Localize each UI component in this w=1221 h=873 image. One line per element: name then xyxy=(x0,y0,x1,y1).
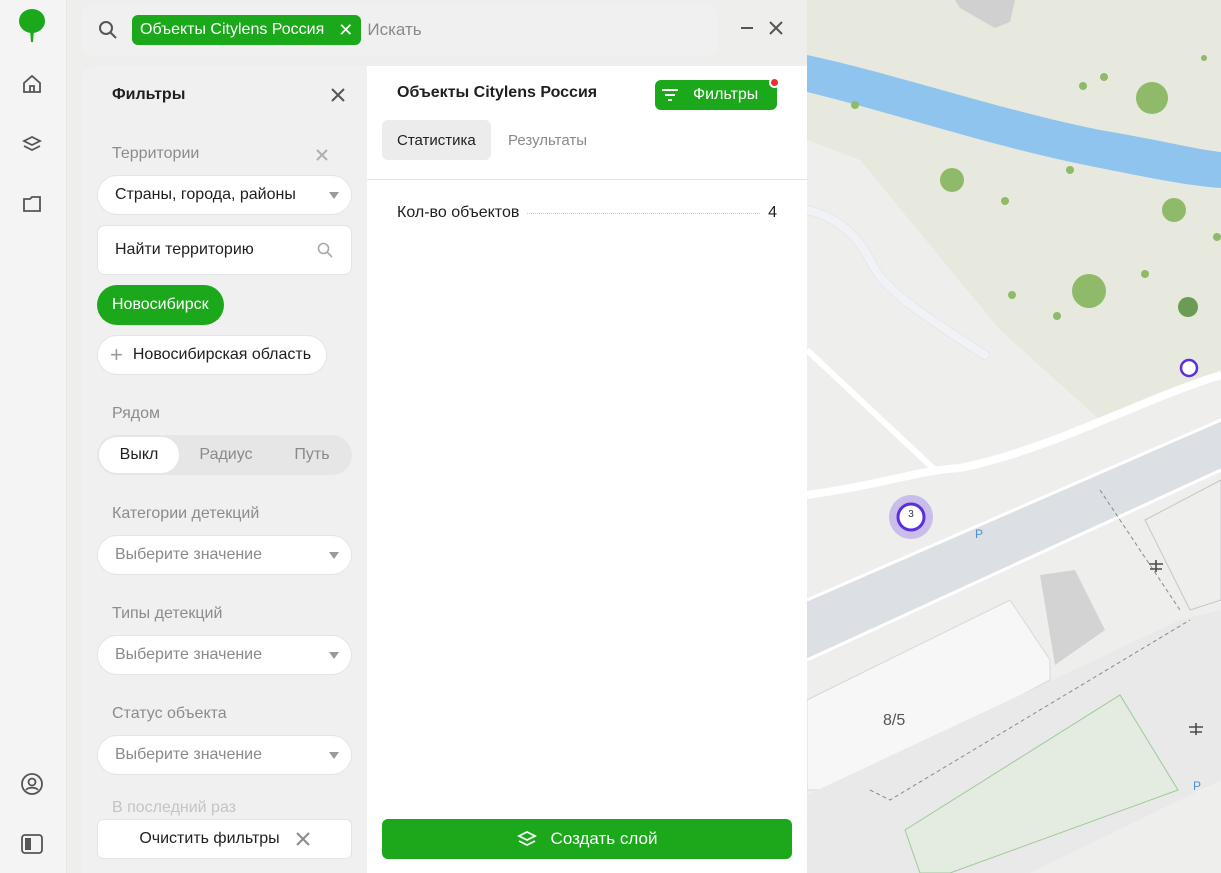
close-filters-icon[interactable] xyxy=(329,86,347,104)
chevron-down-icon xyxy=(329,652,339,659)
select-placeholder: Выберите значение xyxy=(115,746,263,763)
app-logo-icon[interactable] xyxy=(18,9,48,43)
selected-territory-chip[interactable]: Новосибирск xyxy=(97,285,224,325)
close-icon xyxy=(295,832,310,846)
clear-territories-icon[interactable] xyxy=(315,148,329,162)
chevron-down-icon xyxy=(329,552,339,559)
detection-categories-select[interactable]: Выберите значение xyxy=(97,535,352,575)
left-rail xyxy=(0,0,67,873)
find-territory-input[interactable]: Найти территорию xyxy=(97,225,352,275)
create-layer-label: Создать слой xyxy=(550,829,658,848)
nearby-option-path[interactable]: Путь xyxy=(273,437,351,473)
cluster-count[interactable]: 3 xyxy=(904,509,918,520)
layers-icon xyxy=(516,830,537,847)
select-placeholder: Выберите значение xyxy=(115,646,263,663)
stat-label: Кол-во объектов xyxy=(397,204,520,221)
suggested-territory-chip[interactable]: + Новосибирская область xyxy=(97,335,328,375)
object-status-select[interactable]: Выберите значение xyxy=(97,735,352,775)
results-panel: Объекты Citylens Россия Фильтры Статисти… xyxy=(367,66,807,873)
notification-dot xyxy=(769,77,780,88)
chevron-down-icon xyxy=(329,192,339,199)
stat-value: 4 xyxy=(768,204,777,221)
nearby-segmented-control: Выкл Радиус Путь xyxy=(97,435,352,475)
object-status-label: Статус объекта xyxy=(112,705,227,722)
suggested-territory-label: Новосибирская область xyxy=(132,346,312,363)
last-time-label: В последний раз xyxy=(112,799,237,816)
territory-type-value: Страны, города, районы xyxy=(115,186,296,203)
chevron-down-icon xyxy=(329,752,339,759)
nearby-option-radius[interactable]: Радиус xyxy=(179,437,273,473)
detection-categories-label: Категории детекций xyxy=(112,505,260,522)
create-layer-button[interactable]: Создать слой xyxy=(382,819,792,859)
nearby-option-off[interactable]: Выкл xyxy=(99,437,179,473)
parking-label: P xyxy=(1193,779,1202,793)
filter-icon xyxy=(662,89,678,101)
detection-types-select[interactable]: Выберите значение xyxy=(97,635,352,675)
folder-icon[interactable] xyxy=(17,189,47,219)
home-icon[interactable] xyxy=(17,69,47,99)
divider xyxy=(367,179,807,180)
search-icon[interactable] xyxy=(96,18,120,42)
territory-type-select[interactable]: Страны, города, районы xyxy=(97,175,352,215)
search-input[interactable] xyxy=(367,20,688,40)
building-number: 8/5 xyxy=(883,712,906,729)
filters-toggle-label: Фильтры xyxy=(693,86,759,103)
tab-statistics[interactable]: Статистика xyxy=(382,120,491,160)
find-territory-placeholder: Найти территорию xyxy=(115,241,254,258)
detection-types-label: Типы детекций xyxy=(112,605,223,622)
filters-panel: Фильтры Территории Страны, города, район… xyxy=(82,66,367,873)
clear-filters-label: Очистить фильтры xyxy=(139,830,280,847)
layers-icon[interactable] xyxy=(17,129,47,159)
close-icon[interactable] xyxy=(765,17,787,39)
plus-icon: + xyxy=(110,342,123,367)
filters-toggle-button[interactable]: Фильтры xyxy=(655,77,780,110)
stat-row: Кол-во объектов 4 xyxy=(397,204,777,222)
results-title: Объекты Citylens Россия xyxy=(397,84,598,101)
nearby-label: Рядом xyxy=(112,405,161,422)
clear-filters-button[interactable]: Очистить фильтры xyxy=(97,819,352,859)
search-chip-label: Объекты Citylens Россия xyxy=(140,21,325,38)
select-placeholder: Выберите значение xyxy=(115,546,263,563)
territories-label: Территории xyxy=(112,145,200,162)
minimize-icon[interactable] xyxy=(736,17,758,39)
search-bar: Объекты Citylens Россия ✕ xyxy=(82,5,717,55)
search-icon xyxy=(317,242,333,258)
user-icon[interactable] xyxy=(17,769,47,799)
search-chip[interactable]: Объекты Citylens Россия ✕ xyxy=(132,15,362,45)
tab-results[interactable]: Результаты xyxy=(493,120,602,160)
remove-chip-icon[interactable]: ✕ xyxy=(338,20,353,41)
stat-leader xyxy=(527,213,761,214)
filters-title: Фильтры xyxy=(112,86,186,103)
parking-label: P xyxy=(975,527,984,541)
panel-icon[interactable] xyxy=(17,829,47,859)
